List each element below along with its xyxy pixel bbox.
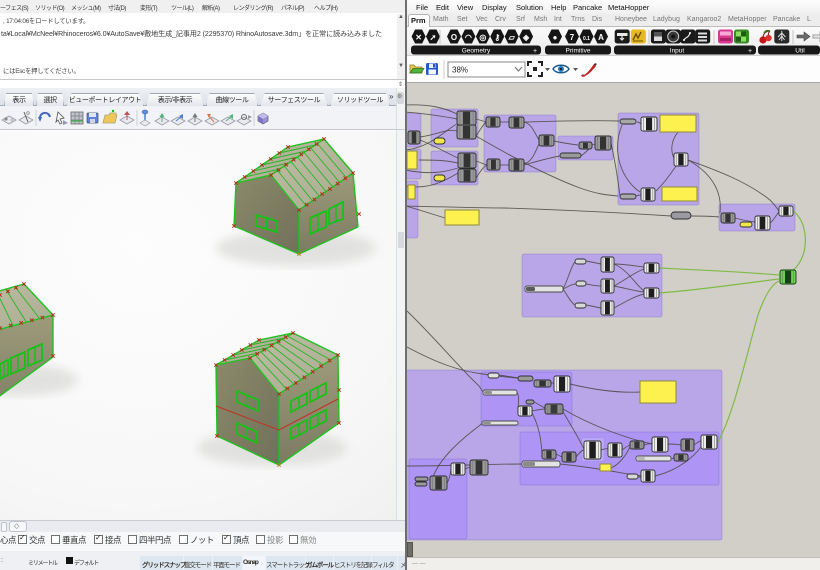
svg-text:✕: ✕ (415, 33, 422, 42)
svg-text:Geometry: Geometry (462, 48, 491, 55)
svg-text:7: 7 (570, 33, 575, 42)
svg-text:➚: ➚ (430, 33, 437, 42)
svg-text:◈: ◈ (522, 33, 530, 42)
svg-text:Primitive: Primitive (566, 48, 591, 55)
svg-text:▱: ▱ (508, 33, 516, 42)
svg-text:+: + (748, 48, 752, 55)
svg-text:0.1: 0.1 (583, 36, 590, 42)
svg-text:+: + (533, 48, 537, 55)
svg-text:◎: ◎ (479, 33, 486, 42)
svg-text:◠: ◠ (465, 33, 472, 42)
svg-text:Util: Util (795, 48, 805, 55)
svg-text:A: A (598, 33, 604, 42)
svg-text:O: O (451, 33, 457, 42)
svg-text:Input: Input (670, 48, 685, 55)
svg-text:⚷: ⚷ (494, 33, 500, 42)
svg-text:●: ● (553, 33, 558, 42)
svg-text:38%: 38% (452, 66, 468, 75)
